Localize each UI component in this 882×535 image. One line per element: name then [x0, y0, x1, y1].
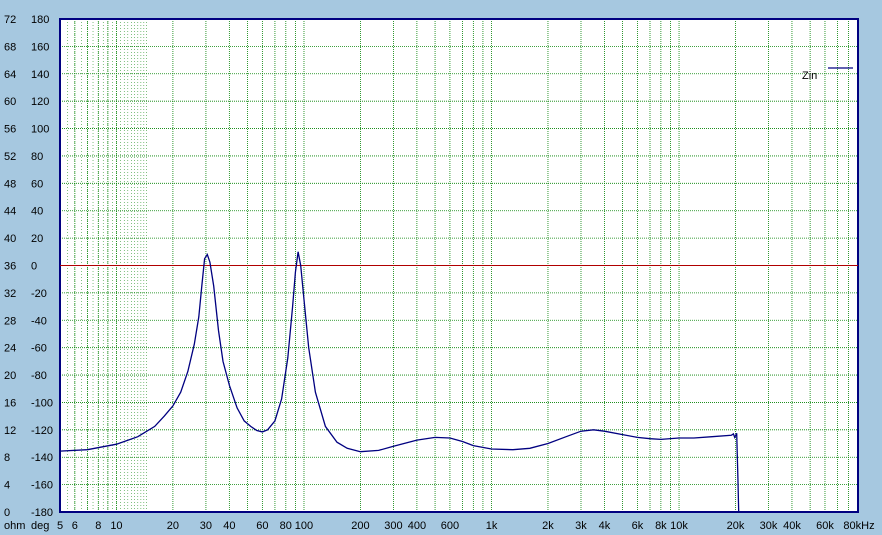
- y-tick-label-ohm: 20: [4, 370, 16, 382]
- x-tick-label: 400: [408, 520, 426, 532]
- y-tick-label-deg: 0: [31, 261, 37, 273]
- x-tick-label: 5: [57, 520, 63, 532]
- x-tick-label: 10: [110, 520, 122, 532]
- y-tick-label-deg: 140: [31, 69, 49, 81]
- y-tick-label-ohm: 56: [4, 124, 16, 136]
- y-tick-label-ohm: 72: [4, 14, 16, 26]
- x-tick-label: 80: [280, 520, 292, 532]
- x-tick-label: 4k: [599, 520, 611, 532]
- y-tick-label-deg: -80: [31, 370, 47, 382]
- y-tick-label-deg: 60: [31, 178, 43, 190]
- x-tick-label: 30k: [760, 520, 778, 532]
- y-tick-label-deg: -40: [31, 315, 47, 327]
- y-tick-label-ohm: 4: [4, 480, 10, 492]
- y-tick-label-ohm: 40: [4, 233, 16, 245]
- y-axis-tick-labels: 72 18068 16064 14060 12056 10052 8048 6044 4040 2…: [4, 14, 53, 519]
- x-tick-label: 6k: [632, 520, 644, 532]
- y-tick-label-deg: 100: [31, 124, 49, 136]
- impedance-chart: 72 18068 16064 14060 12056 10052 8048 6044 4040 2…: [4, 14, 875, 532]
- x-tick-label: 40: [223, 520, 235, 532]
- y-tick-label-deg: -60: [31, 343, 47, 355]
- y-tick-label-ohm: 64: [4, 69, 16, 81]
- x-tick-label: 40k: [783, 520, 801, 532]
- y-axis-label-deg: deg: [31, 520, 49, 532]
- x-tick-label: 100: [295, 520, 313, 532]
- y-tick-label-deg: -100: [31, 397, 53, 409]
- y-axis-label-ohm: ohm: [4, 520, 25, 532]
- y-tick-label-deg: -20: [31, 288, 47, 300]
- x-tick-label: 3k: [575, 520, 587, 532]
- x-tick-label: 200: [351, 520, 369, 532]
- x-tick-label: 2k: [542, 520, 554, 532]
- y-tick-label-deg: 80: [31, 151, 43, 163]
- x-tick-label: 10k: [670, 520, 688, 532]
- x-tick-label: 600: [441, 520, 459, 532]
- x-tick-label: 8: [95, 520, 101, 532]
- x-tick-label: 1k: [486, 520, 498, 532]
- x-tick-label: 300: [384, 520, 402, 532]
- y-tick-label-ohm: 0: [4, 507, 10, 519]
- x-tick-label: 6: [72, 520, 78, 532]
- y-tick-label-deg: -180: [31, 507, 53, 519]
- y-tick-label-deg: -160: [31, 480, 53, 492]
- y-tick-label-deg: 40: [31, 206, 43, 218]
- x-tick-label: 60k: [816, 520, 834, 532]
- y-tick-label-ohm: 60: [4, 96, 16, 108]
- x-tick-label: 60: [256, 520, 268, 532]
- x-tick-label: 20k: [727, 520, 745, 532]
- x-axis-tick-labels: ohm deg 5 6 8 10 20 30 40 60 80 100 200 300 400 600 1k 2k…: [4, 520, 875, 532]
- y-tick-label-ohm: 44: [4, 206, 16, 218]
- x-tick-label: 20: [167, 520, 179, 532]
- y-tick-label-deg: -120: [31, 425, 53, 437]
- x-tick-label: 80kHz: [843, 520, 874, 532]
- y-tick-label-ohm: 48: [4, 178, 16, 190]
- y-tick-label-ohm: 24: [4, 343, 16, 355]
- y-tick-label-ohm: 8: [4, 452, 10, 464]
- x-tick-label: 30: [200, 520, 212, 532]
- legend-label-zin: Zin: [802, 70, 817, 82]
- y-tick-label-ohm: 36: [4, 261, 16, 273]
- y-tick-label-deg: -140: [31, 452, 53, 464]
- y-tick-label-ohm: 12: [4, 425, 16, 437]
- y-tick-label-deg: 120: [31, 96, 49, 108]
- y-tick-label-deg: 180: [31, 14, 49, 26]
- y-tick-label-deg: 160: [31, 41, 49, 53]
- y-tick-label-ohm: 32: [4, 288, 16, 300]
- y-tick-label-ohm: 28: [4, 315, 16, 327]
- y-tick-label-ohm: 16: [4, 397, 16, 409]
- y-tick-label-ohm: 52: [4, 151, 16, 163]
- y-tick-label-deg: 20: [31, 233, 43, 245]
- x-tick-label: 8k: [655, 520, 667, 532]
- y-tick-label-ohm: 68: [4, 41, 16, 53]
